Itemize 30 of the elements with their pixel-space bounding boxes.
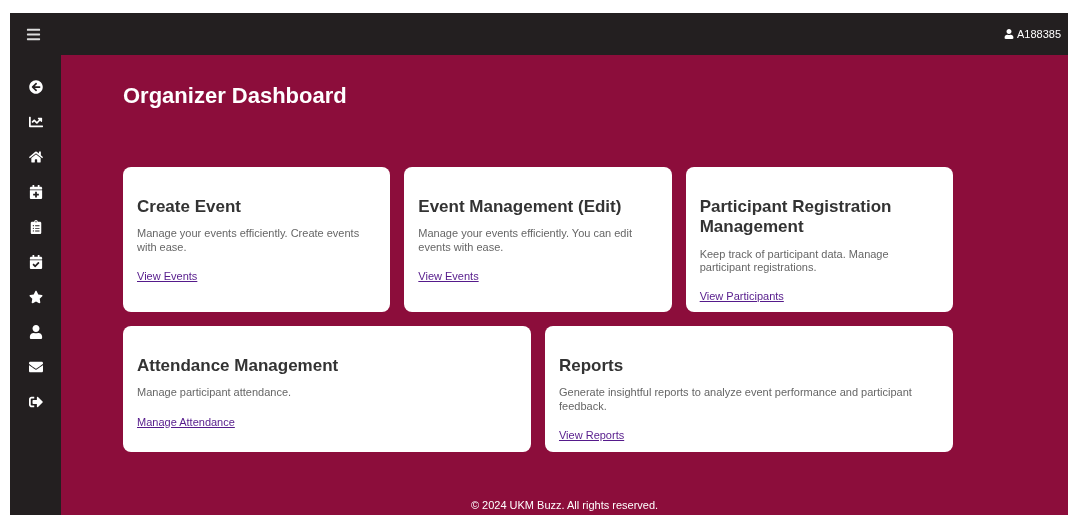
home-icon[interactable] xyxy=(28,149,43,165)
star-icon[interactable] xyxy=(28,289,43,305)
logout-icon[interactable] xyxy=(28,394,43,410)
user-icon[interactable] xyxy=(28,324,43,340)
card-title: Event Management (Edit) xyxy=(418,197,622,218)
calendar-plus-icon[interactable] xyxy=(28,184,43,200)
card-description: Manage participant attendance. xyxy=(137,386,293,400)
card-title: Participant Registration Management xyxy=(699,197,893,238)
calendar-check-icon[interactable] xyxy=(28,254,43,270)
card-description: Manage your events efficiently. You can edit events with ease. xyxy=(418,227,633,254)
card-title: Create Event xyxy=(137,197,241,218)
card-description: Manage your events efficiently. Create events with ease. xyxy=(137,227,361,254)
card-link[interactable]: View Participants xyxy=(699,290,784,303)
user-name: A188385 xyxy=(1016,28,1061,40)
back-arrow-icon[interactable] xyxy=(28,79,43,95)
card-link[interactable]: View Reports xyxy=(559,428,625,441)
card-description: Generate insightful reports to analyze event performance and participant feedback. xyxy=(559,386,913,413)
card-link[interactable]: View Events xyxy=(137,269,198,282)
card-title: Attendance Management xyxy=(137,356,339,377)
user-icon xyxy=(1003,29,1014,39)
footer-text: © 2024 UKM Buzz. All rights reserved. xyxy=(470,499,659,511)
clipboard-icon[interactable] xyxy=(28,219,43,235)
card-link[interactable]: Manage Attendance xyxy=(137,415,235,428)
chart-icon[interactable] xyxy=(28,114,43,130)
card-title: Reports xyxy=(559,356,624,377)
card-link[interactable]: View Events xyxy=(418,269,479,282)
envelope-icon[interactable] xyxy=(28,359,43,375)
card-description: Keep track of participant data. Manage participant registrations. xyxy=(699,247,890,275)
page-title: Organizer Dashboard xyxy=(123,83,348,109)
menu-icon[interactable] xyxy=(26,26,41,42)
